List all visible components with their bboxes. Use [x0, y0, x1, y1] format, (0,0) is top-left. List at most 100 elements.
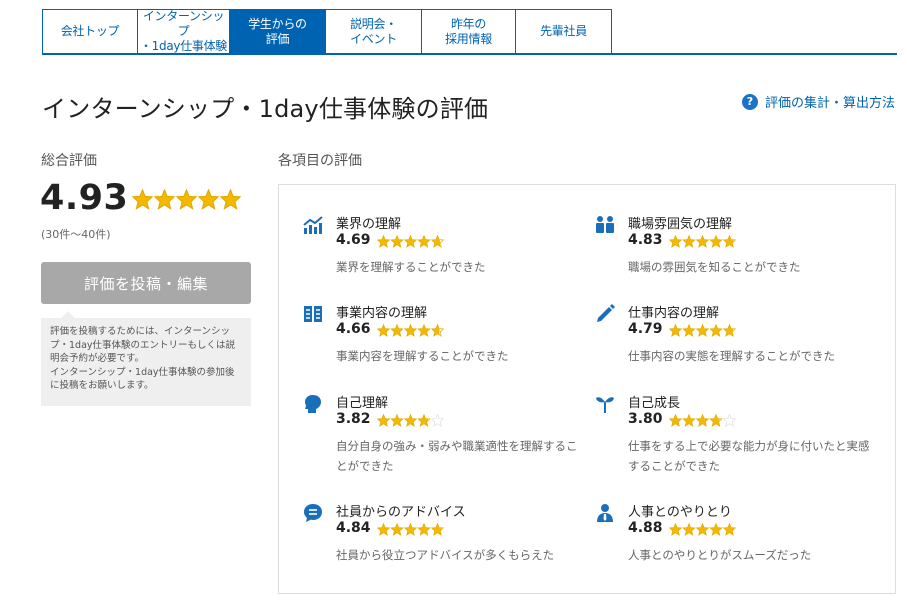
- calculation-method-label: 評価の集計・算出方法: [764, 96, 895, 111]
- item-description: 仕事をする上で必要な能力が身に付いたと実感することができた: [628, 439, 870, 473]
- star-icon: [197, 189, 220, 210]
- chat-icon: [304, 504, 322, 522]
- star-rating-svg: [377, 523, 444, 536]
- item-name: 社員からのアドバイス: [336, 505, 466, 520]
- star-icon: [430, 414, 444, 427]
- tab-recruit-info[interactable]: 昨年の 採用情報: [421, 9, 516, 53]
- star-icon: [709, 324, 723, 337]
- item-name: 業界の理解: [336, 217, 402, 232]
- item-ratings-panel: 業界の理解 4.69 業界を理解することができた 職場雰囲気の理解 4.83 職…: [278, 184, 896, 594]
- star-icon: [403, 523, 418, 536]
- star-icon: [430, 235, 444, 248]
- head-icon: [305, 395, 321, 413]
- star-icon: [417, 523, 431, 536]
- star-icon: [403, 235, 418, 248]
- people-icon: [596, 216, 614, 233]
- star-icon: [403, 414, 418, 427]
- overall-score: 4.93: [40, 178, 129, 218]
- item-stars: [669, 235, 736, 248]
- star-icon: [390, 324, 404, 337]
- overall-label: 総合評価: [41, 153, 97, 169]
- star-icon: [377, 414, 391, 427]
- item-stars: [669, 324, 736, 337]
- item-description: 自分自身の強み・弱みや職業適性を理解することができた: [336, 439, 578, 473]
- tab-senior-employees[interactable]: 先輩社員: [515, 9, 612, 53]
- star-rating-svg: [377, 235, 444, 248]
- pencil-icon: [597, 304, 615, 322]
- star-icon: [682, 324, 696, 337]
- item-score: 3.82: [336, 411, 371, 427]
- item-stars: [669, 414, 736, 427]
- star-icon: [669, 414, 683, 427]
- tab-events[interactable]: 説明会・ イベント: [325, 9, 422, 53]
- item-description: 事業内容を理解することができた: [336, 349, 509, 363]
- star-icon: [722, 523, 736, 536]
- item-score: 4.88: [628, 520, 663, 536]
- star-icon: [377, 523, 391, 536]
- star-icon: [390, 523, 404, 536]
- star-icon: [153, 189, 176, 210]
- item-score: 4.84: [336, 520, 371, 536]
- item-name: 仕事内容の理解: [628, 306, 720, 321]
- tab-bar: 会社トップ インターンシップ ・1day仕事体験 学生からの 評価 説明会・ イ…: [42, 9, 897, 55]
- star-icon: [417, 235, 431, 248]
- item-description: 社員から役立つアドバイスが多くもらえた: [336, 548, 555, 562]
- star-icon: [377, 324, 391, 337]
- item-description: 仕事内容の実態を理解することができた: [628, 349, 835, 363]
- star-icon: [682, 523, 696, 536]
- item-stars: [377, 235, 444, 248]
- post-review-button[interactable]: 評価を投稿・編集: [41, 262, 251, 304]
- star-icon: [219, 189, 241, 210]
- star-icon: [132, 189, 154, 210]
- star-icon: [709, 523, 723, 536]
- star-icon: [417, 324, 431, 337]
- star-rating-svg: [669, 235, 736, 248]
- book-icon: [304, 306, 322, 322]
- star-rating-svg: [669, 324, 736, 337]
- star-icon: [709, 235, 723, 248]
- star-rating-svg: [132, 189, 241, 210]
- item-description: 人事とのやりとりがスムーズだった: [628, 548, 812, 562]
- item-description: 業界を理解することができた: [336, 260, 486, 274]
- item-score: 3.80: [628, 411, 663, 427]
- page-title: インターンシップ・1day仕事体験の評価: [42, 95, 489, 123]
- tab-internship[interactable]: インターンシップ ・1day仕事体験: [137, 9, 230, 53]
- sprout-icon: [596, 397, 614, 413]
- star-icon: [695, 414, 710, 427]
- item-description: 職場の雰囲気を知ることができた: [628, 260, 801, 274]
- person-icon: [597, 504, 613, 522]
- item-name: 自己成長: [628, 396, 681, 411]
- star-icon: [695, 324, 710, 337]
- tab-student-reviews[interactable]: 学生からの 評価: [229, 9, 326, 53]
- star-icon: [695, 235, 710, 248]
- tab-company-top[interactable]: 会社トップ: [42, 9, 138, 53]
- star-icon: [390, 414, 404, 427]
- calculation-method-link[interactable]: ? 評価の集計・算出方法: [741, 92, 895, 111]
- item-stars: [377, 324, 444, 337]
- star-rating-svg: [377, 414, 444, 427]
- item-name: 自己理解: [336, 396, 389, 411]
- item-name: 事業内容の理解: [336, 306, 428, 321]
- item-score: 4.83: [628, 232, 663, 248]
- star-rating-svg: [669, 414, 736, 427]
- post-note: 評価を投稿するためには、インターンシップ・1day仕事体験のエントリーもしくは説…: [41, 311, 251, 406]
- star-icon: [709, 414, 723, 427]
- star-icon: [417, 414, 431, 427]
- star-icon: [722, 324, 736, 337]
- star-icon: [722, 235, 736, 248]
- items-label: 各項目の評価: [278, 153, 362, 169]
- item-score: 4.66: [336, 321, 371, 337]
- star-icon: [669, 324, 683, 337]
- star-icon: [682, 235, 696, 248]
- star-rating-svg: [377, 324, 444, 337]
- star-icon: [695, 523, 710, 536]
- star-icon: [377, 235, 391, 248]
- chart-icon: [303, 216, 323, 234]
- star-icon: [669, 523, 683, 536]
- item-stars: [669, 523, 736, 536]
- help-icon: ?: [741, 93, 758, 110]
- star-rating-svg: [669, 523, 736, 536]
- item-stars: [377, 414, 444, 427]
- star-icon: [175, 189, 198, 210]
- item-stars: [377, 523, 444, 536]
